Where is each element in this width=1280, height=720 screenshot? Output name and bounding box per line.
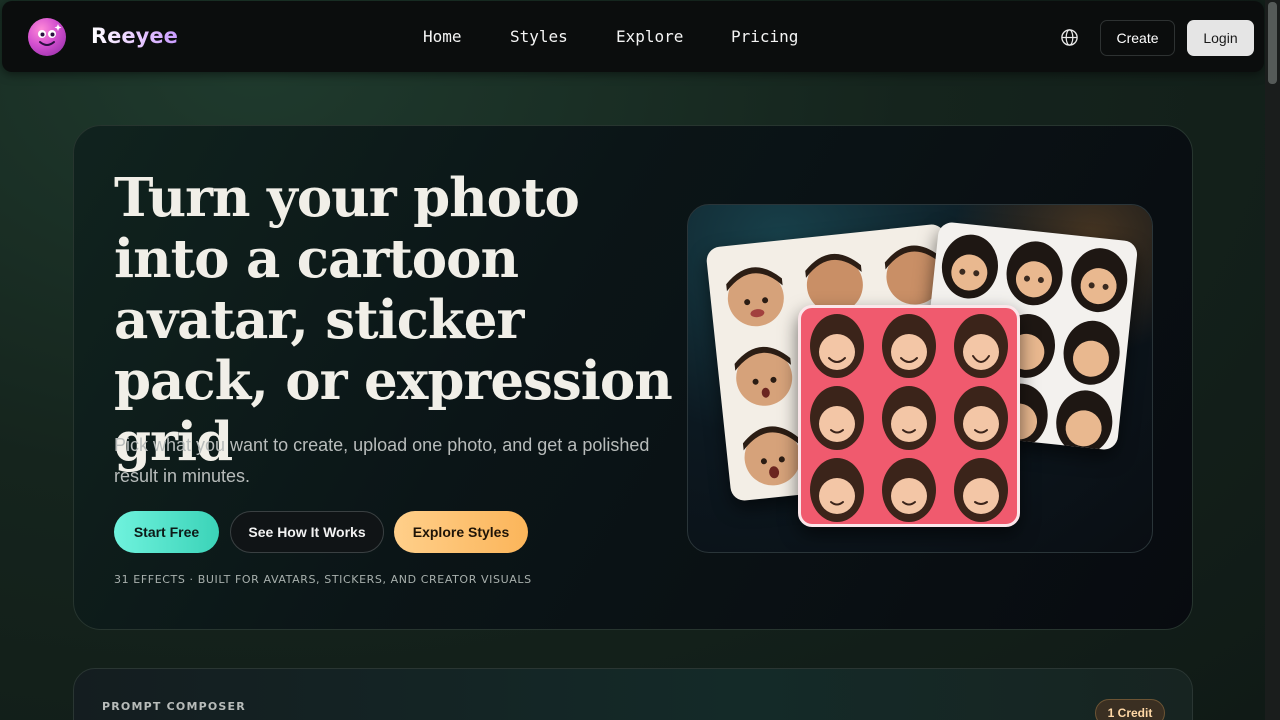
brand-name[interactable]: Reeyee <box>91 24 178 48</box>
nav-styles[interactable]: Styles <box>510 27 568 46</box>
top-navbar: Reeyee Home Styles Explore Pricing Creat… <box>2 1 1264 72</box>
see-how-it-works-button[interactable]: See How It Works <box>230 511 384 553</box>
hero-title: Turn your photo into a cartoon avatar, s… <box>114 167 673 473</box>
credit-badge: 1 Credit <box>1095 699 1165 720</box>
hero-subtitle: Pick what you want to create, upload one… <box>114 435 650 486</box>
sticker-preview-image <box>687 204 1153 553</box>
hero-section: Turn your photo into a cartoon avatar, s… <box>73 125 1193 630</box>
scrollbar-thumb[interactable] <box>1268 2 1277 84</box>
create-button[interactable]: Create <box>1100 20 1175 56</box>
nav-home[interactable]: Home <box>423 27 462 46</box>
expression-grid-sheet <box>798 305 1020 527</box>
prompt-composer-section: PROMPT COMPOSER 1 Credit <box>73 668 1193 720</box>
explore-styles-button[interactable]: Explore Styles <box>394 511 528 553</box>
scrollbar[interactable] <box>1265 0 1280 720</box>
smiley-logo-icon[interactable] <box>28 18 66 56</box>
hero-meta-text: 31 EFFECTS · BUILT FOR AVATARS, STICKERS… <box>114 573 532 586</box>
nav-explore[interactable]: Explore <box>616 27 683 46</box>
prompt-composer-label: PROMPT COMPOSER <box>102 700 246 713</box>
globe-icon[interactable] <box>1060 28 1079 47</box>
start-free-button[interactable]: Start Free <box>114 511 219 553</box>
nav-pricing[interactable]: Pricing <box>731 27 798 46</box>
login-button[interactable]: Login <box>1187 20 1254 56</box>
